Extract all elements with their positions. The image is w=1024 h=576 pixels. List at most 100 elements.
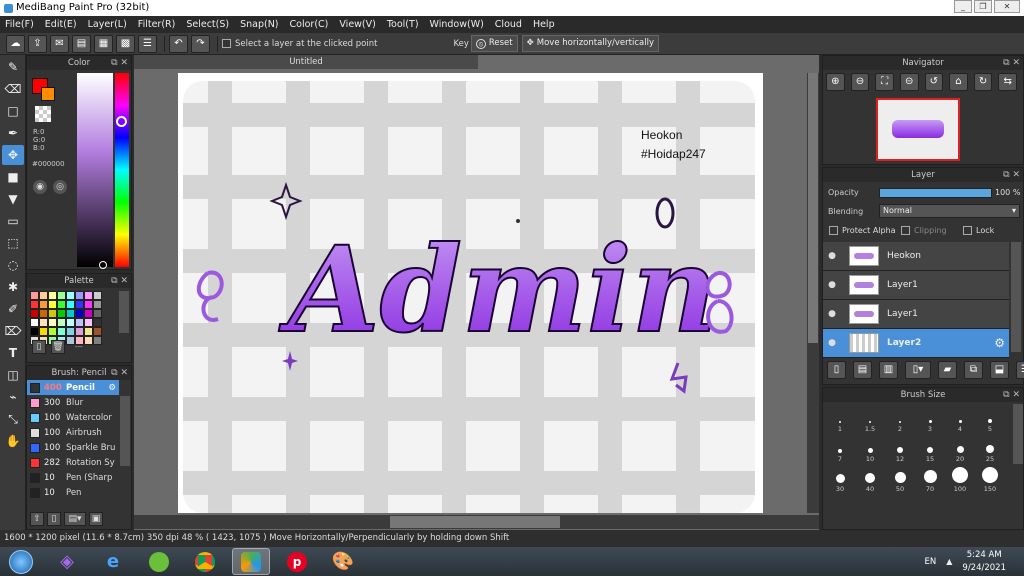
list-icon[interactable]: ☰ bbox=[138, 34, 157, 53]
palette-swatch[interactable] bbox=[39, 318, 48, 327]
gradient-tool-icon[interactable]: ▭ bbox=[2, 211, 24, 231]
palette-swatch[interactable] bbox=[30, 309, 39, 318]
brush-item[interactable]: 100 Airbrush bbox=[27, 425, 119, 440]
brush-size-cell[interactable]: 70 bbox=[915, 464, 945, 494]
palette-swatch[interactable] bbox=[57, 291, 66, 300]
palette-swatch[interactable] bbox=[66, 327, 75, 336]
menu-window[interactable]: Window(W) bbox=[430, 19, 484, 30]
palette-swatch[interactable] bbox=[66, 291, 75, 300]
select-layer-checkbox[interactable] bbox=[222, 39, 231, 48]
palette-swatch[interactable] bbox=[75, 309, 84, 318]
layer-row[interactable]: ● Layer1 bbox=[823, 300, 1009, 329]
delete-palette-icon[interactable]: 🗑 bbox=[51, 340, 65, 354]
palette-swatch[interactable] bbox=[84, 300, 93, 309]
layer-settings-icon[interactable]: ⚙ bbox=[994, 336, 1005, 350]
menu-view[interactable]: View(V) bbox=[339, 19, 375, 30]
layer-scrollbar[interactable] bbox=[1011, 242, 1021, 352]
brush-size-cell[interactable]: 3 bbox=[915, 404, 945, 434]
palette-swatch[interactable] bbox=[48, 291, 57, 300]
palette-swatch[interactable] bbox=[66, 318, 75, 327]
layer-row[interactable]: ● Layer2 ⚙ bbox=[823, 329, 1009, 358]
panel-controls[interactable]: ⧉ ✕ bbox=[111, 274, 128, 288]
palette-swatch[interactable] bbox=[57, 309, 66, 318]
brush-size-cell[interactable]: 40 bbox=[855, 464, 885, 494]
palette-swatch[interactable] bbox=[84, 336, 93, 345]
merge-down-icon[interactable]: ⬓ bbox=[990, 361, 1009, 379]
grid-icon[interactable]: ▩ bbox=[116, 34, 135, 53]
menu-help[interactable]: Help bbox=[533, 19, 555, 30]
brush-item[interactable]: 282 Rotation Sy bbox=[27, 455, 119, 470]
pen-tool-icon[interactable]: ✒ bbox=[2, 123, 24, 143]
brush-size-cell[interactable]: 15 bbox=[915, 434, 945, 464]
brush-size-cell[interactable]: 4 bbox=[945, 404, 975, 434]
start-button[interactable] bbox=[2, 548, 40, 575]
palette-swatch[interactable] bbox=[75, 327, 84, 336]
share-icon[interactable]: ⇪ bbox=[28, 34, 47, 53]
vertical-scrollbar[interactable] bbox=[807, 73, 819, 513]
panel-controls[interactable]: ⧉ ✕ bbox=[1003, 168, 1020, 182]
layer-row[interactable]: ● Heokon bbox=[823, 242, 1009, 271]
actual-size-icon[interactable]: ⊝ bbox=[899, 73, 919, 91]
brush-size-cell[interactable]: 50 bbox=[885, 464, 915, 494]
comment-icon[interactable]: ✉ bbox=[50, 34, 69, 53]
cloud-brush-icon[interactable]: ⇧ bbox=[30, 512, 44, 526]
opacity-slider[interactable] bbox=[879, 188, 992, 198]
hue-slider[interactable] bbox=[115, 73, 129, 267]
reset-button[interactable]: ⦸ Reset bbox=[470, 35, 518, 52]
reset-view-icon[interactable]: ⌂ bbox=[949, 73, 968, 91]
zoom-out-icon[interactable]: ⊖ bbox=[850, 73, 870, 91]
menu-tool[interactable]: Tool(T) bbox=[387, 19, 419, 30]
menu-layer[interactable]: Layer(L) bbox=[88, 19, 127, 30]
palette-swatch[interactable] bbox=[57, 327, 66, 336]
brush-item[interactable]: 300 Blur bbox=[27, 395, 119, 410]
brush-size-cell[interactable]: 5 bbox=[975, 404, 1005, 434]
horizontal-scrollbar[interactable] bbox=[134, 515, 819, 529]
visibility-eye-icon[interactable]: ● bbox=[823, 280, 841, 290]
brush-size-cell[interactable]: 1.5 bbox=[855, 404, 885, 434]
clipping-checkbox[interactable] bbox=[901, 226, 910, 235]
menu-color[interactable]: Color(C) bbox=[290, 19, 329, 30]
minimize-button[interactable]: _ bbox=[954, 0, 972, 13]
flip-icon[interactable]: ⇆ bbox=[998, 73, 1017, 91]
layer-row[interactable]: ● Layer1 bbox=[823, 271, 1009, 300]
brush-size-cell[interactable]: 20 bbox=[945, 434, 975, 464]
lock-checkbox[interactable] bbox=[963, 226, 972, 235]
panel-controls[interactable]: ⧉ ✕ bbox=[1003, 388, 1020, 402]
clipping-toggle[interactable]: Clipping bbox=[901, 226, 947, 235]
duplicate-layer-icon[interactable]: ⧉ bbox=[964, 361, 983, 379]
fill-rect-tool-icon[interactable]: ■ bbox=[2, 167, 24, 187]
brush-size-cell[interactable]: 2 bbox=[885, 404, 915, 434]
menu-cloud[interactable]: Cloud bbox=[495, 19, 522, 30]
brush-size-cell[interactable]: 1 bbox=[825, 404, 855, 434]
eraser-tool-icon[interactable]: ⌫ bbox=[2, 79, 24, 99]
new-halftone-layer-icon[interactable]: ▤ bbox=[853, 361, 872, 379]
taskbar-medibang[interactable] bbox=[232, 548, 270, 575]
palette-swatch[interactable] bbox=[30, 291, 39, 300]
brush-size-scrollbar[interactable] bbox=[1013, 404, 1023, 464]
clock[interactable]: 5:24 AM 9/24/2021 bbox=[962, 549, 1006, 575]
document-icon[interactable]: ▦ bbox=[94, 34, 113, 53]
fit-icon[interactable]: ⛶ bbox=[875, 73, 894, 91]
folder-icon[interactable]: ▰ bbox=[938, 361, 957, 379]
tray-arrow-icon[interactable]: ▲ bbox=[946, 557, 952, 566]
palette-swatch[interactable] bbox=[93, 336, 102, 345]
palette-swatch[interactable] bbox=[66, 300, 75, 309]
new-layer-icon[interactable]: ▯ bbox=[827, 361, 846, 379]
menu-edit[interactable]: Edit(E) bbox=[45, 19, 77, 30]
palette-swatch[interactable] bbox=[75, 300, 84, 309]
new-8bit-layer-icon[interactable]: ▥ bbox=[879, 361, 898, 379]
palette-swatch[interactable] bbox=[48, 300, 57, 309]
brush-size-cell[interactable]: 100 bbox=[945, 464, 975, 494]
palette-swatch[interactable] bbox=[39, 291, 48, 300]
brush-item[interactable]: 10 Pen (Sharp bbox=[27, 470, 119, 485]
divide-tool-icon[interactable]: ◫ bbox=[2, 365, 24, 385]
sv-picker-handle[interactable] bbox=[99, 261, 107, 269]
palette-swatch[interactable] bbox=[93, 318, 102, 327]
brush-item[interactable]: 100 Sparkle Bru bbox=[27, 440, 119, 455]
palette-swatch[interactable] bbox=[93, 291, 102, 300]
taskbar-visual-studio[interactable]: ◈ bbox=[48, 548, 86, 575]
undo-icon[interactable]: ↶ bbox=[169, 34, 188, 53]
close-button[interactable]: ✕ bbox=[994, 0, 1020, 13]
palette-swatch[interactable] bbox=[84, 309, 93, 318]
transparent-color-swatch[interactable] bbox=[35, 106, 51, 122]
